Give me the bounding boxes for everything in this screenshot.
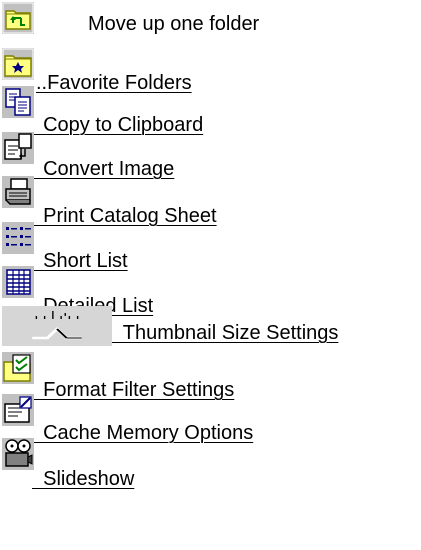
item-label-thumbnail-size[interactable]: Thumbnail Size Settings <box>112 323 339 343</box>
slideshow-icon <box>2 438 34 470</box>
thumbnail-size-slider-icon <box>2 306 112 346</box>
convert-image-icon <box>2 132 34 164</box>
cache-memory-icon <box>2 394 34 426</box>
format-filter-icon <box>2 352 34 384</box>
list-item-favorite-folders[interactable]: ..Favorite Folders <box>2 48 272 93</box>
list-item-move-up[interactable]: Move up one folder <box>2 2 262 42</box>
printer-icon <box>2 176 34 208</box>
list-item-convert-image[interactable]: Convert Image <box>2 132 262 179</box>
list-item-short-list[interactable]: Short List <box>2 222 222 271</box>
list-item-print-catalog[interactable]: Print Catalog Sheet <box>2 176 302 226</box>
item-label-slideshow[interactable]: Slideshow <box>32 469 134 489</box>
list-item-slideshow[interactable]: Slideshow <box>2 438 222 489</box>
list-item-detailed-list[interactable]: Detailed List <box>2 266 242 316</box>
item-label-move-up: Move up one folder <box>88 13 260 35</box>
copy-clipboard-icon <box>2 86 34 118</box>
list-item-copy-clipboard[interactable]: Copy to Clipboard <box>2 86 302 135</box>
detailed-list-icon <box>2 266 34 298</box>
folder-up-icon <box>2 2 34 34</box>
short-list-icon <box>2 222 34 254</box>
list-item-thumbnail-size[interactable]: Thumbnail Size Settings <box>2 306 418 352</box>
list-item-format-filter[interactable]: Format Filter Settings <box>2 352 292 400</box>
list-item-cache-memory[interactable]: Cache Memory Options <box>2 394 332 443</box>
favorite-folder-icon <box>2 48 34 80</box>
